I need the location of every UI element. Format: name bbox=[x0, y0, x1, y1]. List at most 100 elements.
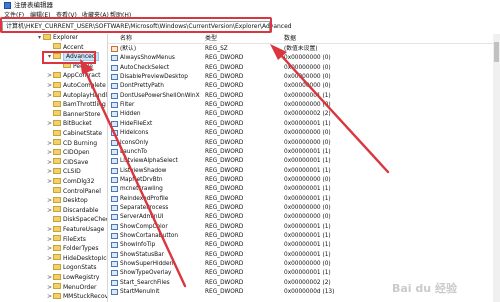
list-row[interactable]: mcnetcrawling REG_DWORD 0x00000001 (1) bbox=[108, 185, 500, 194]
chevron-right-icon[interactable]: > bbox=[46, 206, 53, 216]
registry-editor-icon bbox=[4, 2, 11, 9]
value-name: ShowInfoTip bbox=[120, 242, 156, 249]
scrollbar-thumb[interactable] bbox=[494, 42, 499, 62]
tree-item[interactable]: DiskSpaceChecking bbox=[46, 215, 107, 225]
binary-value-icon bbox=[111, 148, 118, 155]
list-row[interactable]: AlwaysShowMenus REG_DWORD 0x00000000 (0) bbox=[108, 54, 500, 63]
binary-value-icon bbox=[111, 242, 118, 249]
list-row[interactable]: HideFileExt REG_DWORD 0x00000001 (1) bbox=[108, 120, 500, 129]
list-row[interactable]: Filter REG_DWORD 0x00000000 (0) bbox=[108, 101, 500, 110]
chevron-right-icon[interactable]: > bbox=[46, 119, 53, 129]
list-row[interactable]: ShowCortanaButton REG_DWORD 0x00000001 (1) bbox=[108, 232, 500, 241]
tree-item-label: BamThrottling bbox=[63, 101, 106, 109]
list-row[interactable]: AutoCheckSelect REG_DWORD 0x00000000 (0) bbox=[108, 64, 500, 73]
vertical-scrollbar[interactable] bbox=[493, 34, 500, 302]
value-name: MapNetDrvBtn bbox=[120, 176, 163, 183]
tree-item[interactable]: BamThrottling bbox=[46, 100, 106, 110]
chevron-right-icon[interactable]: > bbox=[46, 292, 53, 302]
value-data: 0x00000001 (1) bbox=[284, 242, 331, 249]
tree-item[interactable]: > Desktop bbox=[46, 196, 88, 206]
value-data: 0x00000002 (2) bbox=[284, 279, 331, 286]
tree-item[interactable]: CabinetState bbox=[46, 129, 102, 139]
folder-icon bbox=[53, 110, 61, 117]
tree-item[interactable]: > MMStuckRecovery bbox=[46, 292, 107, 302]
tree-item-label: BannerStore bbox=[63, 110, 101, 118]
folder-icon bbox=[53, 139, 61, 146]
tree-pane: ▾ Explorer Accent ▾ Advanced People > AppContra… bbox=[0, 34, 107, 302]
list-row[interactable]: ServerAdminUI REG_DWORD 0x00000000 (0) bbox=[108, 213, 500, 222]
value-type: REG_DWORD bbox=[205, 242, 244, 249]
list-row[interactable]: ListviewShadow REG_DWORD 0x00000001 (1) bbox=[108, 167, 500, 176]
value-data: 0x00000001 (1) bbox=[284, 195, 331, 202]
list-row[interactable]: MapNetDrvBtn REG_DWORD 0x00000000 (0) bbox=[108, 176, 500, 185]
list-row[interactable]: ListviewAlphaSelect REG_DWORD 0x00000001 (… bbox=[108, 157, 500, 166]
chevron-right-icon[interactable]: > bbox=[46, 283, 53, 293]
chevron-right-icon[interactable]: > bbox=[46, 148, 53, 158]
list-row[interactable]: ShowInfoTip REG_DWORD 0x00000001 (1) bbox=[108, 241, 500, 250]
tree-item[interactable]: > BitBucket bbox=[46, 119, 92, 129]
tree-item[interactable]: > ComDlg32 bbox=[46, 177, 94, 187]
chevron-right-icon[interactable]: > bbox=[46, 81, 53, 91]
tree-item[interactable]: > CLSID bbox=[46, 167, 81, 177]
list-row[interactable]: HideIcons REG_DWORD 0x00000000 (0) bbox=[108, 129, 500, 138]
tree-item-label: AutoComplete bbox=[63, 82, 106, 89]
tree-item[interactable]: > LowRegistry bbox=[46, 273, 99, 283]
tree-item[interactable]: > AutoplayHandlers bbox=[46, 91, 107, 101]
chevron-right-icon[interactable]: > bbox=[46, 177, 53, 187]
tree-item[interactable]: > Discardable bbox=[46, 206, 98, 216]
folder-icon bbox=[53, 225, 61, 232]
value-type: REG_DWORD bbox=[205, 74, 244, 81]
tree-item-label: ControlPanel bbox=[63, 187, 101, 195]
chevron-right-icon[interactable]: > bbox=[46, 139, 53, 149]
column-type[interactable]: 类型 bbox=[205, 34, 217, 44]
tree-item[interactable]: > AutoComplete bbox=[46, 81, 106, 91]
chevron-right-icon[interactable]: > bbox=[46, 71, 53, 81]
chevron-right-icon[interactable]: > bbox=[46, 196, 53, 206]
value-name: ListviewAlphaSelect bbox=[120, 158, 178, 165]
tree-item-label: CLSID bbox=[63, 168, 81, 176]
binary-value-icon bbox=[111, 92, 118, 99]
value-type: REG_DWORD bbox=[205, 167, 244, 174]
list-row[interactable]: ShowSuperHidden REG_DWORD 0x00000000 (0) bbox=[108, 260, 500, 269]
list-row[interactable]: DontPrettyPath REG_DWORD 0x00000000 (0) bbox=[108, 82, 500, 91]
tree-item[interactable]: > AppContract bbox=[46, 71, 101, 81]
chevron-right-icon[interactable]: > bbox=[46, 235, 53, 245]
list-row[interactable]: ShowCompColor REG_DWORD 0x00000001 (1) bbox=[108, 223, 500, 232]
tree-item[interactable]: > FolderTypes bbox=[46, 244, 98, 254]
list-row[interactable]: ShowTypeOverlay REG_DWORD 0x00000001 (1) bbox=[108, 269, 500, 278]
list-header: 名称 类型 数据 bbox=[108, 34, 500, 44]
chevron-right-icon[interactable]: > bbox=[46, 167, 53, 177]
tree-item[interactable]: BannerStore bbox=[46, 110, 100, 120]
chevron-right-icon[interactable]: > bbox=[46, 254, 53, 264]
list-row[interactable]: IconsOnly REG_DWORD 0x00000000 (0) bbox=[108, 139, 500, 148]
column-data[interactable]: 数据 bbox=[284, 34, 296, 44]
tree-item[interactable]: > MenuOrder bbox=[46, 283, 97, 293]
list-row[interactable]: ReindexedProfile REG_DWORD 0x00000001 (1) bbox=[108, 195, 500, 204]
chevron-right-icon[interactable]: > bbox=[46, 273, 53, 283]
list-row[interactable]: DisablePreviewDesktop REG_DWORD 0x00000000… bbox=[108, 73, 500, 82]
list-row[interactable]: ShowStatusBar REG_DWORD 0x00000001 (1) bbox=[108, 251, 500, 260]
tree-item[interactable]: ControlPanel bbox=[46, 187, 101, 197]
value-name: StartMenuInit bbox=[120, 289, 160, 296]
chevron-right-icon[interactable]: > bbox=[46, 91, 53, 101]
list-row[interactable]: DontUsePowerShellOnWinX REG_DWORD 0x000000… bbox=[108, 92, 500, 101]
tree-item[interactable]: > CD Burning bbox=[46, 139, 97, 149]
chevron-down-icon[interactable]: ▾ bbox=[36, 34, 43, 43]
list-row[interactable]: (默认) REG_SZ (数值未设置) bbox=[108, 45, 500, 54]
list-row[interactable]: LaunchTo REG_DWORD 0x00000001 (1) bbox=[108, 148, 500, 157]
tree-item[interactable]: > CIDSave bbox=[46, 158, 88, 168]
tree-item[interactable]: > FileExts bbox=[46, 235, 86, 245]
tree-item[interactable]: > CIDOpen bbox=[46, 148, 90, 158]
column-name[interactable]: 名称 bbox=[120, 34, 132, 44]
tree-item[interactable]: > FeatureUsage bbox=[46, 225, 104, 235]
chevron-right-icon[interactable]: > bbox=[46, 158, 53, 168]
tree-item[interactable]: > HideDesktopIcons bbox=[46, 254, 107, 264]
list-row[interactable]: Hidden REG_DWORD 0x00000002 (2) bbox=[108, 110, 500, 119]
value-data: 0x00000000 (0) bbox=[284, 214, 331, 221]
chevron-right-icon[interactable]: > bbox=[46, 244, 53, 254]
chevron-right-icon[interactable]: > bbox=[46, 225, 53, 235]
value-data: 0x00000001 (1) bbox=[284, 148, 331, 155]
binary-value-icon bbox=[111, 64, 118, 71]
list-row[interactable]: SeparateProcess REG_DWORD 0x00000000 (0) bbox=[108, 204, 500, 213]
tree-item[interactable]: LogonStats bbox=[46, 263, 97, 273]
